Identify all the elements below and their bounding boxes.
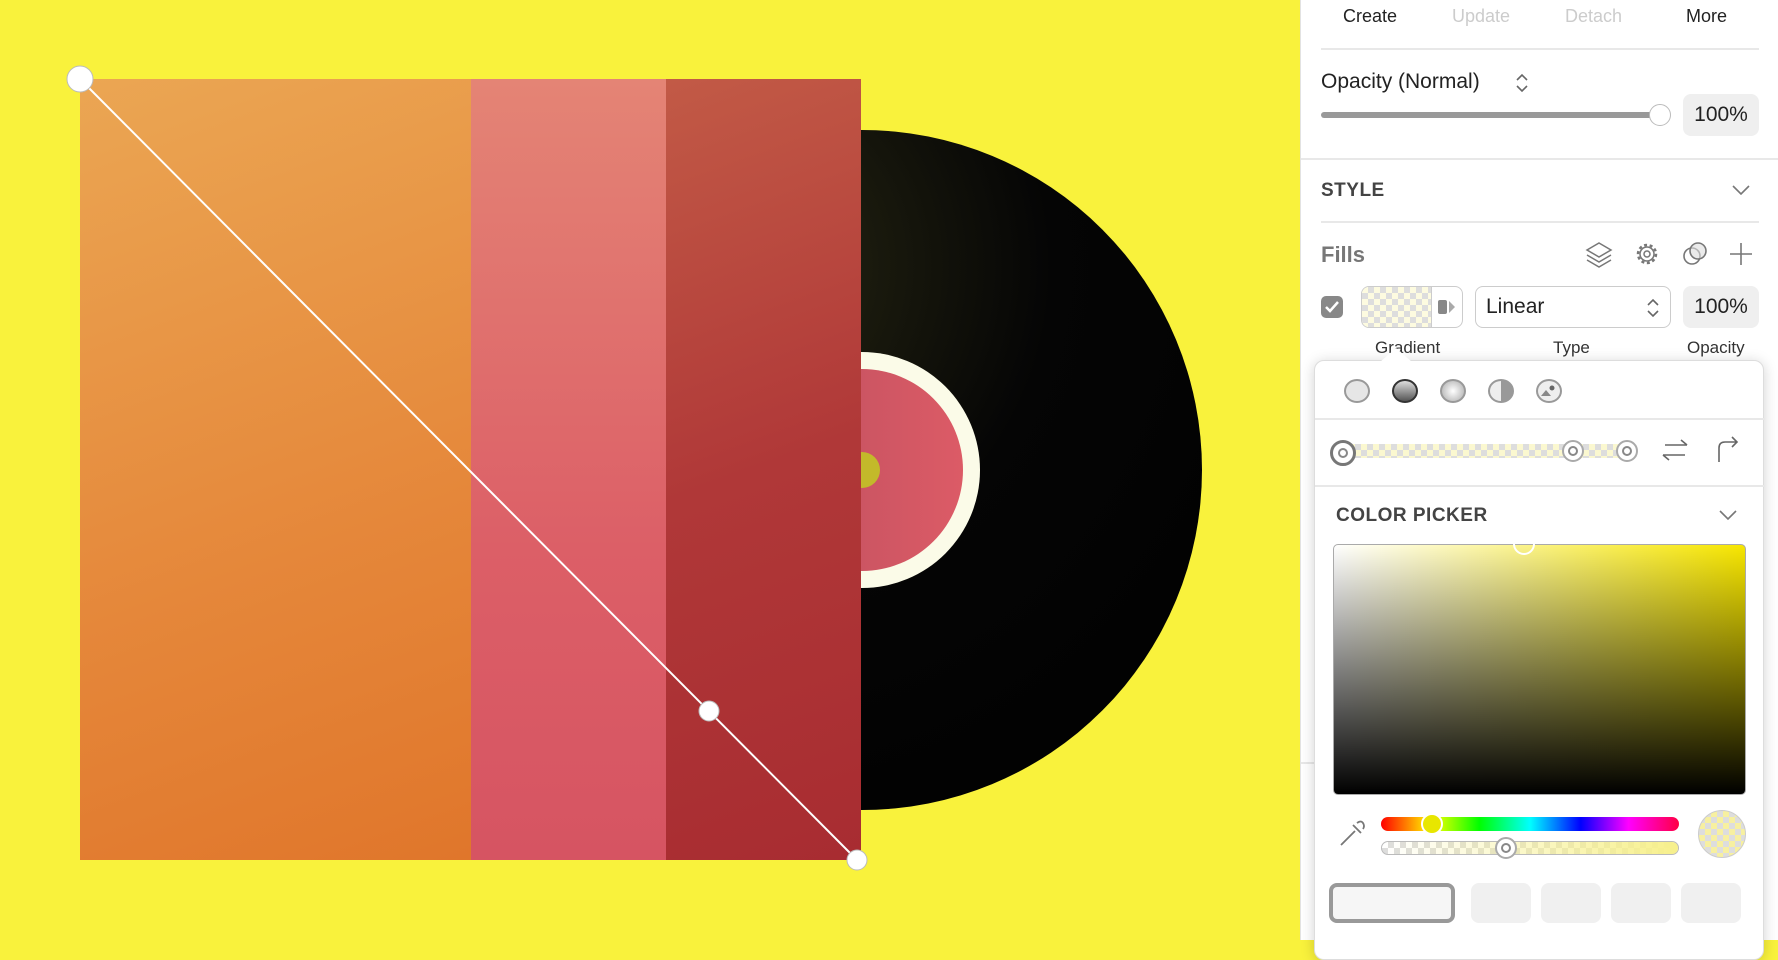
- alpha-slider-thumb[interactable]: [1495, 837, 1517, 859]
- color-picker-title: COLOR PICKER: [1336, 505, 1488, 526]
- current-color-swatch: [1698, 810, 1746, 858]
- tab-more[interactable]: More: [1686, 6, 1727, 27]
- fill-type-value: Linear: [1486, 295, 1545, 318]
- hue-slider-thumb[interactable]: [1421, 813, 1443, 835]
- rotate-gradient-icon[interactable]: [1715, 435, 1741, 463]
- gradient-swatch-button[interactable]: [1361, 286, 1463, 328]
- canvas[interactable]: [0, 0, 1300, 940]
- solid-fill-icon[interactable]: [1344, 379, 1370, 403]
- fill-popover: COLOR PICKER: [1314, 360, 1765, 960]
- image-glyph: [1541, 385, 1555, 396]
- divider: [1315, 485, 1765, 487]
- gradient-axis-line: [79, 78, 858, 861]
- chevron-updown-icon[interactable]: [1515, 72, 1529, 94]
- swatch-popover-icon: [1438, 300, 1455, 314]
- fill-type-select[interactable]: Linear: [1475, 286, 1671, 328]
- color-area-cursor[interactable]: [1513, 533, 1535, 555]
- gradient-mid-handle[interactable]: [698, 700, 720, 722]
- saturation-brightness-area[interactable]: [1333, 544, 1746, 795]
- tab-create[interactable]: Create: [1343, 6, 1397, 27]
- chevron-down-icon[interactable]: [1718, 509, 1738, 521]
- gradient-end-handle[interactable]: [846, 849, 868, 871]
- divider: [1301, 158, 1778, 160]
- opacity-slider-thumb[interactable]: [1649, 104, 1671, 126]
- checkmark-icon: [1325, 301, 1339, 313]
- alpha-slider[interactable]: [1381, 841, 1679, 855]
- gradient-stop[interactable]: [1562, 440, 1584, 462]
- opacity-mode-label[interactable]: Opacity (Normal): [1321, 70, 1480, 94]
- tab-update: Update: [1452, 6, 1511, 26]
- radial-gradient-icon[interactable]: [1440, 379, 1466, 403]
- linear-gradient-icon[interactable]: [1392, 379, 1418, 403]
- color-preset-button[interactable]: [1329, 883, 1455, 923]
- chevron-down-icon[interactable]: [1731, 184, 1751, 196]
- divider: [1315, 418, 1765, 420]
- chevron-updown-icon: [1647, 298, 1659, 318]
- swap-arrows-icon[interactable]: [1661, 437, 1689, 463]
- divider: [1321, 48, 1759, 50]
- gear-icon[interactable]: [1633, 240, 1661, 268]
- gradient-swatch-preview: [1362, 287, 1431, 327]
- fill-enabled-checkbox[interactable]: [1321, 296, 1343, 318]
- plus-icon[interactable]: [1729, 242, 1753, 266]
- fill-opacity-field[interactable]: 100%: [1683, 286, 1759, 328]
- opacity-caption: Opacity: [1687, 338, 1745, 357]
- color-preset-button[interactable]: [1681, 883, 1741, 923]
- layers-icon[interactable]: [1585, 240, 1613, 268]
- gradient-stops-bar[interactable]: [1337, 444, 1637, 458]
- image-fill-icon[interactable]: [1536, 379, 1562, 403]
- gradient-handle-overlay: [66, 65, 868, 871]
- popover-arrow: [1380, 348, 1412, 362]
- color-preset-button[interactable]: [1471, 883, 1531, 923]
- gradient-start-handle[interactable]: [66, 65, 94, 93]
- blend-icon[interactable]: [1681, 240, 1709, 268]
- opacity-slider-track[interactable]: [1321, 112, 1666, 118]
- divider: [1321, 221, 1759, 223]
- eyedropper-icon[interactable]: [1337, 819, 1367, 849]
- angular-gradient-icon[interactable]: [1488, 379, 1514, 403]
- style-section-title: STYLE: [1321, 180, 1385, 201]
- opacity-value-field[interactable]: 100%: [1683, 94, 1759, 136]
- gradient-stop-selected[interactable]: [1330, 440, 1356, 466]
- fills-title: Fills: [1321, 242, 1366, 267]
- color-preset-button[interactable]: [1541, 883, 1601, 923]
- tab-detach: Detach: [1565, 6, 1623, 26]
- type-caption: Type: [1553, 338, 1590, 357]
- color-preset-button[interactable]: [1611, 883, 1671, 923]
- gradient-stop[interactable]: [1616, 440, 1638, 462]
